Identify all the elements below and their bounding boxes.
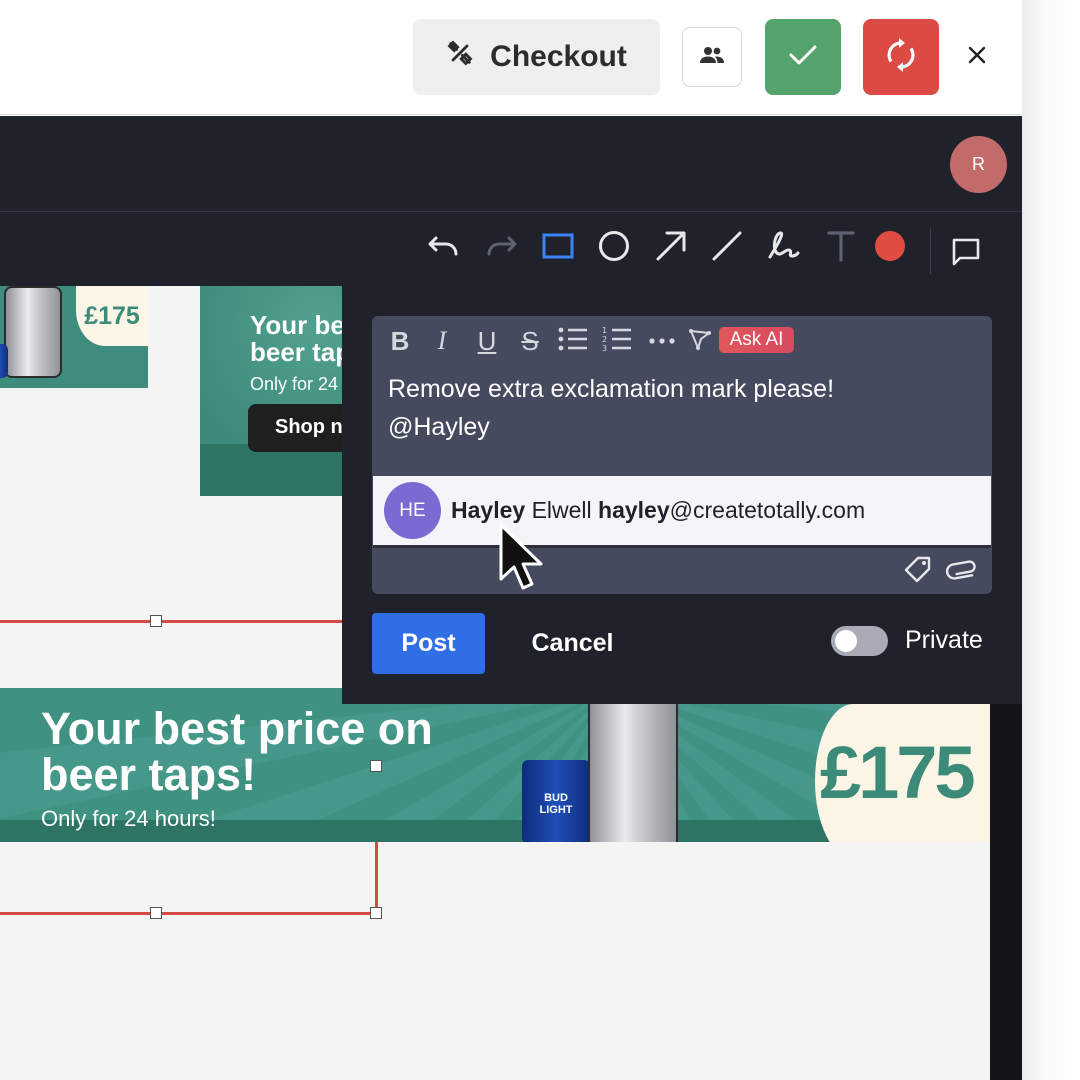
- squiggle-icon: [767, 230, 801, 267]
- numbered-list-icon: 123: [602, 326, 632, 357]
- sync-icon: [885, 37, 917, 77]
- request-changes-button[interactable]: [863, 19, 939, 95]
- selection-handle[interactable]: [370, 760, 382, 772]
- mention-first-name: Hayley: [451, 497, 526, 523]
- paperclip-icon: [945, 559, 978, 586]
- price-badge: £175: [76, 286, 148, 346]
- circle-icon: [598, 230, 630, 267]
- arrow-icon: [655, 230, 687, 267]
- approve-button[interactable]: [765, 19, 841, 95]
- ellipse-tool[interactable]: [594, 228, 634, 268]
- mention-suggestion[interactable]: HE Hayley Elwell hayley@createtotally.co…: [373, 476, 991, 548]
- check-icon: [788, 43, 818, 72]
- editor-header: [0, 116, 1022, 212]
- attach-button[interactable]: [945, 556, 978, 588]
- comment-icon: [951, 237, 981, 272]
- italic-button[interactable]: I: [430, 323, 454, 359]
- tools-icon: [446, 39, 474, 75]
- color-swatch-icon: [874, 230, 906, 267]
- undo-icon: [427, 234, 461, 263]
- line-icon: [711, 230, 743, 267]
- checkout-button[interactable]: Checkout: [413, 19, 660, 95]
- mention-email-domain: @createtotally.com: [669, 497, 866, 523]
- tag-icon: [903, 555, 933, 590]
- mention-email-user: hayley: [598, 497, 670, 523]
- arrow-tool[interactable]: [651, 228, 691, 268]
- collaborators-button[interactable]: [682, 27, 742, 87]
- redo-icon: [484, 234, 518, 263]
- keg-label: BUD LIGHT: [539, 792, 573, 816]
- close-button[interactable]: [960, 38, 994, 76]
- cancel-button[interactable]: Cancel: [510, 613, 635, 674]
- mention-avatar: HE: [384, 482, 441, 539]
- text-icon: [827, 230, 855, 267]
- bullet-list-icon: [558, 327, 588, 356]
- freehand-tool[interactable]: [764, 228, 804, 268]
- people-icon: [699, 45, 725, 70]
- ellipsis-icon: [648, 332, 676, 350]
- selection-bottom-edge[interactable]: [0, 912, 377, 915]
- comment-editor[interactable]: [372, 316, 992, 594]
- beer-tap-image: [4, 286, 62, 378]
- banner-medium[interactable]: Your best price on beer taps! Only for 2…: [200, 286, 350, 496]
- mention-text: Hayley Elwell hayley@createtotally.com: [451, 497, 865, 524]
- banner-headline: Your best price on beer taps!: [250, 310, 350, 367]
- banner-subline: Only for 24 hours!: [250, 374, 350, 394]
- banner-wide[interactable]: Your best price on beer taps! Only for 2…: [0, 688, 990, 842]
- svg-text:3: 3: [602, 344, 607, 352]
- keg-image: [0, 344, 8, 378]
- svg-text:2: 2: [602, 335, 607, 344]
- vector-tool-button[interactable]: [688, 323, 712, 359]
- comment-text[interactable]: Remove extra exclamation mark please! @H…: [388, 370, 978, 446]
- selection-top-edge[interactable]: [0, 620, 377, 623]
- keg-image: BUD LIGHT: [522, 760, 590, 842]
- tag-button[interactable]: [903, 556, 933, 588]
- banner-small[interactable]: £175: [0, 286, 148, 388]
- checkout-label: Checkout: [490, 40, 627, 73]
- more-options-button[interactable]: [647, 323, 677, 359]
- redo-tool[interactable]: [481, 228, 521, 268]
- private-toggle[interactable]: [831, 626, 888, 656]
- shop-now-button: Shop now: [248, 404, 350, 452]
- toggle-knob: [835, 630, 857, 652]
- window-shadow: [1022, 0, 1080, 1080]
- selection-handle[interactable]: [150, 615, 162, 627]
- undo-tool[interactable]: [424, 228, 464, 268]
- rectangle-icon: [542, 233, 574, 264]
- banner-headline: Your best price on beer taps!: [41, 706, 433, 798]
- private-label: Private: [905, 626, 983, 654]
- mouse-cursor-icon: [498, 522, 548, 592]
- bold-button[interactable]: B: [386, 323, 414, 359]
- price-badge: £175: [820, 731, 976, 814]
- headline-line-1: Your best price on: [41, 703, 433, 754]
- mention-last-name: Elwell: [531, 497, 592, 523]
- bullet-list-button[interactable]: [558, 323, 588, 359]
- line-tool[interactable]: [707, 228, 747, 268]
- svg-text:1: 1: [602, 326, 607, 335]
- user-avatar[interactable]: R: [950, 136, 1007, 193]
- banner-subline: Only for 24 hours!: [41, 806, 216, 831]
- numbered-list-button[interactable]: 123: [602, 323, 632, 359]
- color-picker[interactable]: [870, 228, 910, 268]
- headline-line-2: beer taps!: [41, 749, 257, 800]
- selection-handle[interactable]: [370, 907, 382, 919]
- text-tool[interactable]: [821, 228, 861, 268]
- ask-ai-button[interactable]: Ask AI: [719, 327, 794, 353]
- rectangle-tool[interactable]: [538, 228, 578, 268]
- toolbar-divider: [930, 228, 931, 274]
- comment-tool[interactable]: [946, 234, 986, 274]
- close-icon: [968, 46, 986, 69]
- strikethrough-button[interactable]: S: [516, 323, 544, 359]
- underline-button[interactable]: U: [473, 323, 501, 359]
- comment-line-1: Remove extra exclamation mark please!: [388, 375, 835, 403]
- post-button[interactable]: Post: [372, 613, 485, 674]
- selection-handle[interactable]: [150, 907, 162, 919]
- vector-pen-icon: [688, 327, 712, 356]
- comment-line-2: @Hayley: [388, 413, 490, 441]
- beer-tap-image: [588, 696, 678, 842]
